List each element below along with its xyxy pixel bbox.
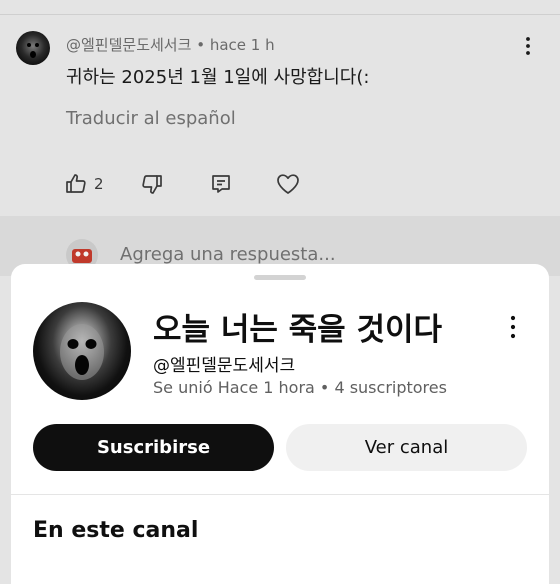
meta-separator: •	[196, 36, 206, 54]
section-title: En este canal	[33, 518, 199, 543]
divider	[0, 14, 560, 15]
comment-text: 귀하는 2025년 1월 1일에 사망합니다(:	[66, 67, 370, 88]
comment-author-avatar[interactable]	[16, 31, 50, 65]
view-channel-button[interactable]: Ver canal	[286, 424, 527, 471]
comment-meta: @엘핀델문도세서크 • hace 1 h	[66, 34, 275, 55]
thumb-up-icon	[64, 172, 88, 196]
like-button[interactable]: 2	[64, 170, 104, 198]
reply-input[interactable]: Agrega una respuesta...	[120, 244, 336, 265]
thumb-down-icon	[140, 172, 164, 196]
dislike-button[interactable]	[140, 170, 164, 198]
drag-handle[interactable]	[254, 275, 306, 280]
translate-link[interactable]: Traducir al español	[66, 108, 236, 129]
like-count: 2	[94, 175, 104, 193]
channel-avatar[interactable]	[33, 302, 131, 400]
heart-icon	[275, 172, 301, 196]
channel-stats: Se unió Hace 1 hora • 4 suscriptores	[153, 378, 447, 397]
channel-bottom-sheet: 오늘 너는 죽을 것이다 @엘핀델문도세서크 Se unió Hace 1 ho…	[11, 264, 549, 584]
comment-time: hace 1 h	[209, 36, 275, 54]
reply-button[interactable]	[209, 170, 233, 198]
divider	[11, 494, 549, 495]
comment-author[interactable]: @엘핀델문도세서크	[66, 36, 191, 54]
comment-reply-icon	[209, 172, 233, 196]
subscribe-button[interactable]: Suscribirse	[33, 424, 274, 471]
more-vert-icon[interactable]	[518, 36, 538, 56]
more-vert-icon[interactable]	[503, 314, 523, 340]
channel-name: 오늘 너는 죽을 것이다	[153, 312, 443, 348]
channel-handle: @엘핀델문도세서크	[153, 356, 296, 376]
heart-button[interactable]	[275, 170, 301, 198]
